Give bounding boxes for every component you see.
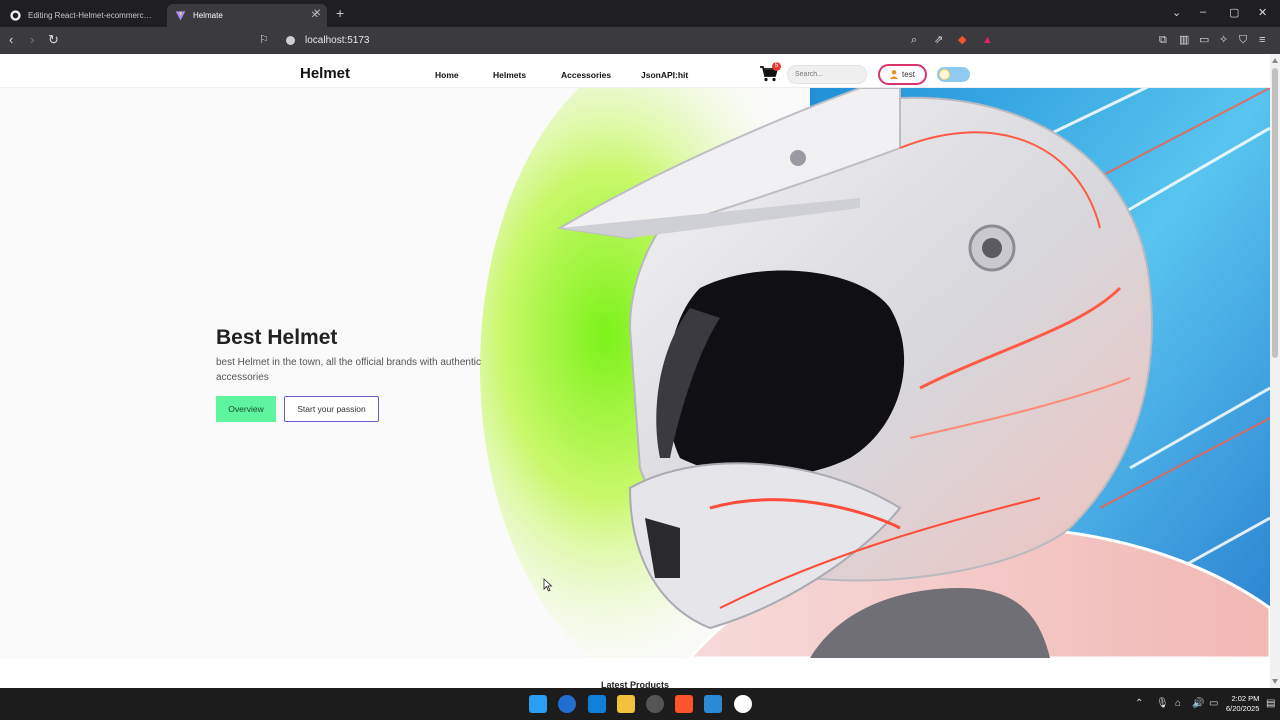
- maximize-icon[interactable]: ▢: [1229, 6, 1239, 19]
- overview-button[interactable]: Overview: [216, 396, 276, 422]
- wallet-icon[interactable]: ▭: [1199, 32, 1209, 48]
- browser-tab-github[interactable]: Editing React-Helmet-ecommerce/R: [2, 4, 164, 27]
- minimize-icon[interactable]: –: [1200, 6, 1206, 18]
- sidebar-icon[interactable]: ▥: [1179, 32, 1189, 48]
- scrollbar-thumb[interactable]: [1272, 68, 1278, 358]
- vite-icon: [175, 11, 186, 21]
- new-tab-icon[interactable]: +: [336, 5, 344, 21]
- site-logo[interactable]: Helmet: [300, 65, 350, 82]
- extensions-icon[interactable]: ⧉: [1159, 32, 1167, 48]
- tray-chevron-icon[interactable]: ⌃: [1135, 698, 1143, 709]
- brave-rewards-icon[interactable]: ▲: [982, 32, 993, 48]
- sun-icon: [939, 69, 950, 80]
- file-explorer-icon[interactable]: [617, 695, 635, 713]
- leo-ai-icon[interactable]: ✧: [1219, 32, 1228, 48]
- mouse-cursor-icon: [543, 578, 553, 592]
- close-window-icon[interactable]: ✕: [1258, 6, 1267, 19]
- browser-tab-helmate[interactable]: Helmate ✕: [167, 4, 327, 27]
- vpn-icon[interactable]: ⛉: [1239, 32, 1247, 48]
- microphone-icon[interactable]: 🎙: [1156, 698, 1169, 709]
- close-tab-icon[interactable]: ✕: [313, 8, 321, 19]
- cart-count-badge: 5: [772, 62, 781, 71]
- tab-title: Helmate: [193, 11, 223, 20]
- nav-helmets[interactable]: Helmets: [493, 70, 526, 80]
- system-clock[interactable]: 2:02 PM 6/20/2025: [1226, 694, 1259, 714]
- app-icon-2[interactable]: [588, 695, 606, 713]
- clock-date: 6/20/2025: [1226, 704, 1260, 713]
- latest-products-heading: Latest Products: [600, 680, 669, 688]
- github-icon: [10, 10, 21, 21]
- vscode-icon[interactable]: [704, 695, 722, 713]
- nav-home[interactable]: Home: [435, 70, 459, 80]
- user-icon: [890, 70, 899, 79]
- browser-toolbar: ‹ › ↻ ⚐ localhost:5173 ⌕ ⇗ ◆ ▲ ⧉ ▥ ▭ ✧ ⛉…: [0, 27, 1280, 54]
- app-icon-7[interactable]: [734, 695, 752, 713]
- address-bar[interactable]: localhost:5173: [305, 35, 370, 46]
- nav-jsonapi[interactable]: JsonAPI:hit: [641, 70, 688, 80]
- nav-accessories[interactable]: Accessories: [561, 70, 611, 80]
- app-icon-1[interactable]: [558, 695, 576, 713]
- user-label: test: [902, 70, 915, 79]
- reload-icon[interactable]: ↻: [48, 32, 59, 48]
- site-info-icon[interactable]: [286, 36, 295, 45]
- brave-shield-icon[interactable]: ◆: [958, 32, 966, 48]
- tab-title: Editing React-Helmet-ecommerce/R: [28, 11, 156, 20]
- battery-icon[interactable]: ▭: [1209, 698, 1218, 709]
- search-input[interactable]: [787, 65, 867, 84]
- app-icon-4[interactable]: [646, 695, 664, 713]
- hero-title: Best Helmet: [216, 326, 338, 349]
- hero-subtitle: best Helmet in the town, all the officia…: [216, 357, 481, 383]
- brave-browser-icon[interactable]: [675, 695, 693, 713]
- browser-tab-bar: Editing React-Helmet-ecommerce/R Helmate…: [0, 0, 1280, 27]
- zoom-icon[interactable]: ⌕: [911, 32, 917, 48]
- user-button[interactable]: test: [878, 64, 927, 85]
- tab-search-chevron-icon[interactable]: ⌄: [1172, 6, 1181, 19]
- start-menu-icon[interactable]: [529, 695, 547, 713]
- notification-icon[interactable]: ▤: [1266, 698, 1275, 709]
- back-icon[interactable]: ‹: [9, 32, 13, 48]
- forward-icon[interactable]: ›: [30, 32, 34, 48]
- volume-icon[interactable]: 🔊: [1192, 698, 1204, 709]
- helmet-hero-image: [480, 88, 1270, 658]
- start-passion-button[interactable]: Start your passion: [284, 396, 379, 422]
- menu-icon[interactable]: ≡: [1259, 32, 1265, 48]
- scroll-up-icon[interactable]: [1272, 58, 1278, 63]
- hero-section: Best Helmet best Helmet in the town, all…: [0, 88, 1270, 658]
- windows-taskbar: ⌃ 🎙 ⌂ 🔊 ▭ 2:02 PM 6/20/2025 ▤: [0, 688, 1280, 720]
- share-icon[interactable]: ⇗: [934, 32, 943, 48]
- theme-toggle[interactable]: [937, 67, 970, 82]
- clock-time: 2:02 PM: [1231, 694, 1260, 703]
- network-icon[interactable]: ⌂: [1175, 698, 1181, 709]
- bookmark-icon[interactable]: ⚐: [259, 32, 269, 48]
- scroll-down-icon[interactable]: [1272, 679, 1278, 684]
- site-navbar: Helmet Home Helmets Accessories JsonAPI:…: [0, 54, 1270, 88]
- page-scrollbar[interactable]: [1270, 54, 1280, 688]
- page-viewport: Helmet Home Helmets Accessories JsonAPI:…: [0, 54, 1270, 688]
